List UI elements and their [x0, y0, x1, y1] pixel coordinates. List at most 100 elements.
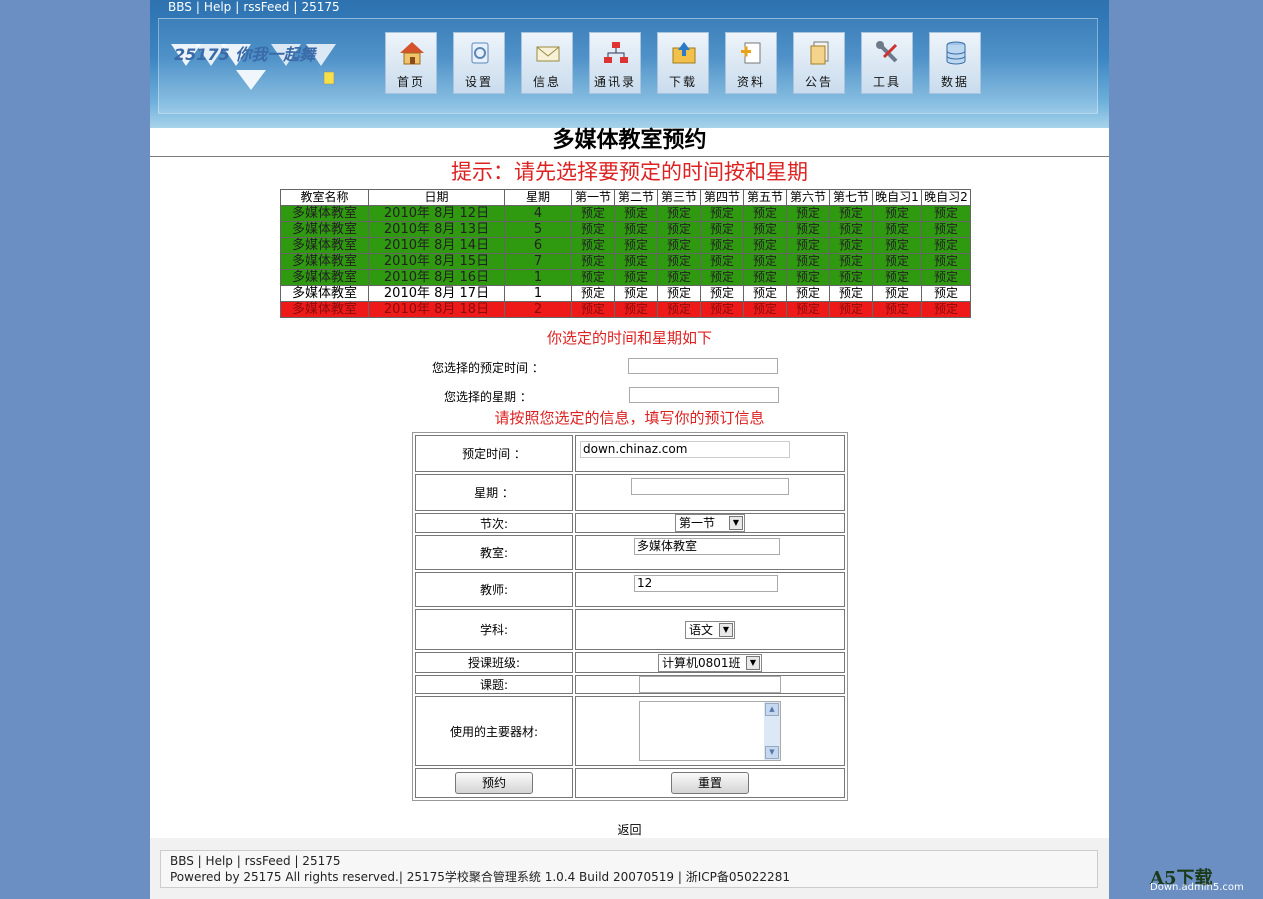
- book-slot-cell[interactable]: 预定: [743, 285, 787, 302]
- link-help[interactable]: Help: [204, 0, 231, 14]
- book-slot-cell[interactable]: 预定: [872, 285, 922, 302]
- book-slot-cell[interactable]: 预定: [657, 253, 701, 270]
- book-slot-cell[interactable]: 预定: [571, 253, 615, 270]
- book-slot-cell[interactable]: 预定: [614, 253, 658, 270]
- book-slot-cell[interactable]: 预定: [921, 221, 971, 238]
- book-slot-cell[interactable]: 预定: [829, 205, 873, 222]
- col-header: 第一节: [571, 189, 615, 206]
- book-slot-cell[interactable]: 预定: [700, 221, 744, 238]
- col-header: 第二节: [614, 189, 658, 206]
- book-slot-cell[interactable]: 预定: [829, 269, 873, 286]
- form-period-select[interactable]: 第一节 ▼: [675, 514, 745, 532]
- book-slot-cell[interactable]: 预定: [829, 301, 873, 318]
- date-cell: 2010年 8月 18日: [368, 301, 505, 318]
- book-slot-cell[interactable]: 预定: [700, 205, 744, 222]
- book-slot-cell[interactable]: 预定: [700, 301, 744, 318]
- form-time-input[interactable]: down.chinaz.com: [580, 441, 790, 458]
- book-slot-cell[interactable]: 预定: [743, 269, 787, 286]
- footer-links[interactable]: BBS | Help | rssFeed | 25175: [170, 854, 340, 869]
- book-slot-cell[interactable]: 预定: [571, 205, 615, 222]
- nav-data[interactable]: 数据: [929, 32, 981, 94]
- schedule-row: 多媒体教室 2010年 8月 12日 4 预定 预定 预定 预定 预定 预定 预定 预定 预定: [280, 205, 971, 222]
- book-slot-cell[interactable]: 预定: [657, 301, 701, 318]
- book-slot-cell[interactable]: 预定: [614, 301, 658, 318]
- book-slot-cell[interactable]: 预定: [700, 237, 744, 254]
- book-slot-cell[interactable]: 预定: [829, 221, 873, 238]
- link-25175[interactable]: 25175: [301, 0, 339, 14]
- reset-button[interactable]: 重置: [671, 772, 749, 794]
- form-row-subject: 学科: 语文 ▼: [415, 609, 845, 650]
- book-slot-cell[interactable]: 预定: [571, 221, 615, 238]
- book-slot-cell[interactable]: 预定: [786, 285, 830, 302]
- book-slot-cell[interactable]: 预定: [921, 285, 971, 302]
- book-slot-cell[interactable]: 预定: [571, 285, 615, 302]
- nav-download[interactable]: 下载: [657, 32, 709, 94]
- site-logo[interactable]: 25175 你我一起舞: [166, 40, 346, 94]
- submit-button[interactable]: 预约: [455, 772, 533, 794]
- form-room-input[interactable]: 多媒体教室: [634, 538, 780, 555]
- book-slot-cell[interactable]: 预定: [872, 221, 922, 238]
- book-slot-cell[interactable]: 预定: [657, 221, 701, 238]
- book-slot-cell[interactable]: 预定: [786, 221, 830, 238]
- link-rssfeed[interactable]: rssFeed: [243, 0, 289, 14]
- book-slot-cell[interactable]: 预定: [786, 205, 830, 222]
- book-slot-cell[interactable]: 预定: [614, 221, 658, 238]
- book-slot-cell[interactable]: 预定: [700, 285, 744, 302]
- book-slot-cell[interactable]: 预定: [614, 269, 658, 286]
- chevron-down-icon: ▼: [719, 622, 733, 637]
- book-slot-cell[interactable]: 预定: [872, 205, 922, 222]
- book-slot-cell[interactable]: 预定: [571, 237, 615, 254]
- book-slot-cell[interactable]: 预定: [872, 301, 922, 318]
- form-equipment-textarea[interactable]: ▲ ▼: [639, 701, 781, 761]
- nav-settings[interactable]: 设置: [453, 32, 505, 94]
- link-bbs[interactable]: BBS: [168, 0, 192, 14]
- book-slot-cell[interactable]: 预定: [743, 301, 787, 318]
- scroll-up-icon[interactable]: ▲: [765, 703, 779, 716]
- book-slot-cell[interactable]: 预定: [657, 205, 701, 222]
- form-weekday-input[interactable]: [631, 478, 789, 495]
- book-slot-cell[interactable]: 预定: [786, 237, 830, 254]
- book-slot-cell[interactable]: 预定: [571, 269, 615, 286]
- book-slot-cell[interactable]: 预定: [571, 301, 615, 318]
- book-slot-cell[interactable]: 预定: [614, 237, 658, 254]
- book-slot-cell[interactable]: 预定: [743, 221, 787, 238]
- book-slot-cell[interactable]: 预定: [829, 237, 873, 254]
- nav-home[interactable]: 首页: [385, 32, 437, 94]
- form-topic-input[interactable]: [639, 676, 781, 693]
- book-slot-cell[interactable]: 预定: [786, 301, 830, 318]
- book-slot-cell[interactable]: 预定: [700, 269, 744, 286]
- nav-notice[interactable]: 公告: [793, 32, 845, 94]
- book-slot-cell[interactable]: 预定: [657, 285, 701, 302]
- nav-tools[interactable]: 工具: [861, 32, 913, 94]
- back-link[interactable]: 返回: [150, 822, 1109, 838]
- book-slot-cell[interactable]: 预定: [872, 253, 922, 270]
- form-teacher-input[interactable]: 12: [634, 575, 778, 592]
- book-slot-cell[interactable]: 预定: [829, 253, 873, 270]
- book-slot-cell[interactable]: 预定: [657, 237, 701, 254]
- book-slot-cell[interactable]: 预定: [872, 237, 922, 254]
- book-slot-cell[interactable]: 预定: [700, 253, 744, 270]
- nav-resources[interactable]: 资料: [725, 32, 777, 94]
- book-slot-cell[interactable]: 预定: [657, 269, 701, 286]
- book-slot-cell[interactable]: 预定: [786, 253, 830, 270]
- book-slot-cell[interactable]: 预定: [829, 285, 873, 302]
- book-slot-cell[interactable]: 预定: [614, 285, 658, 302]
- book-slot-cell[interactable]: 预定: [921, 205, 971, 222]
- nav-contacts[interactable]: 通讯录: [589, 32, 641, 94]
- book-slot-cell[interactable]: 预定: [872, 269, 922, 286]
- book-slot-cell[interactable]: 预定: [743, 253, 787, 270]
- book-slot-cell[interactable]: 预定: [921, 269, 971, 286]
- book-slot-cell[interactable]: 预定: [921, 301, 971, 318]
- form-subject-select[interactable]: 语文 ▼: [685, 620, 735, 639]
- selected-weekday-field[interactable]: [629, 387, 779, 403]
- book-slot-cell[interactable]: 预定: [743, 205, 787, 222]
- nav-messages[interactable]: 信息: [521, 32, 573, 94]
- selected-time-field[interactable]: [628, 358, 778, 374]
- scroll-down-icon[interactable]: ▼: [765, 746, 779, 759]
- book-slot-cell[interactable]: 预定: [921, 237, 971, 254]
- book-slot-cell[interactable]: 预定: [921, 253, 971, 270]
- book-slot-cell[interactable]: 预定: [786, 269, 830, 286]
- form-class-select[interactable]: 计算机0801班 ▼: [658, 653, 762, 672]
- book-slot-cell[interactable]: 预定: [614, 205, 658, 222]
- book-slot-cell[interactable]: 预定: [743, 237, 787, 254]
